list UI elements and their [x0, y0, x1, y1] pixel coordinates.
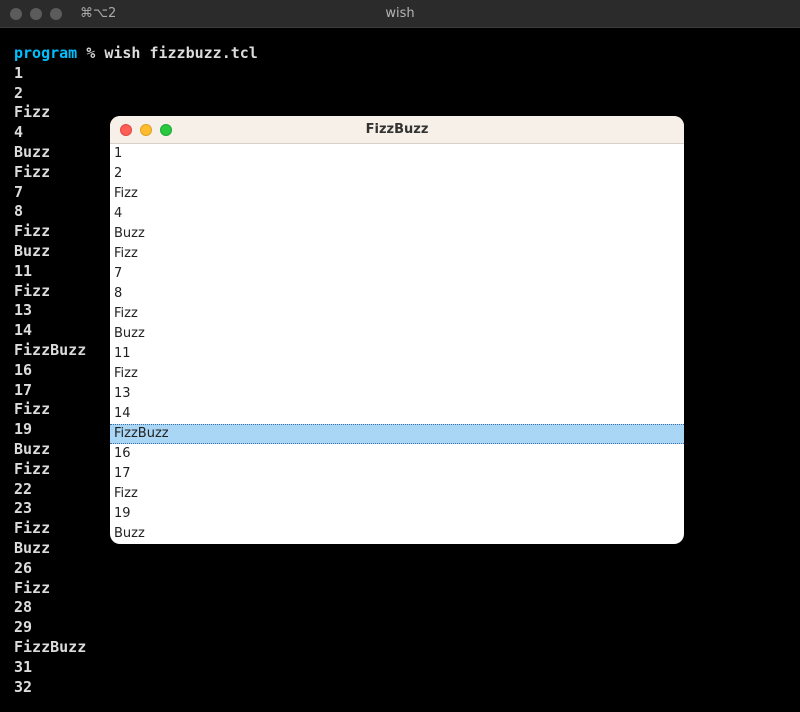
terminal-title: wish — [385, 6, 414, 21]
list-item[interactable]: 13 — [110, 384, 684, 404]
terminal-output-line: 2 — [14, 84, 786, 104]
terminal-output-line: 26 — [14, 559, 786, 579]
list-item[interactable]: 1 — [110, 144, 684, 164]
list-item[interactable]: Buzz — [110, 324, 684, 344]
list-item[interactable]: 17 — [110, 464, 684, 484]
tab-shortcut: ⌘⌥2 — [80, 6, 116, 21]
tk-titlebar[interactable]: FizzBuzz — [110, 116, 684, 144]
prompt-label: program — [14, 44, 77, 62]
terminal-output-line: 1 — [14, 64, 786, 84]
terminal-output-line: 32 — [14, 678, 786, 698]
tk-listbox[interactable]: 12Fizz4BuzzFizz78FizzBuzz11Fizz1314FizzB… — [110, 144, 684, 544]
terminal-titlebar: ⌘⌥2 wish — [0, 0, 800, 28]
zoom-icon[interactable] — [160, 124, 172, 136]
list-item[interactable]: Buzz — [110, 524, 684, 544]
tk-window-title: FizzBuzz — [366, 122, 429, 137]
tk-traffic-lights — [120, 124, 172, 136]
list-item[interactable]: Fizz — [110, 484, 684, 504]
list-item[interactable]: Buzz — [110, 224, 684, 244]
list-item[interactable]: 16 — [110, 444, 684, 464]
terminal-command: wish fizzbuzz.tcl — [104, 44, 258, 62]
terminal-output-line: Fizz — [14, 579, 786, 599]
list-item[interactable]: Fizz — [110, 364, 684, 384]
prompt-separator: % — [77, 44, 104, 62]
list-item[interactable]: 8 — [110, 284, 684, 304]
terminal-output-line: 31 — [14, 658, 786, 678]
terminal-output-line: 28 — [14, 598, 786, 618]
close-icon[interactable] — [10, 8, 22, 20]
list-item[interactable]: 19 — [110, 504, 684, 524]
list-item[interactable]: 2 — [110, 164, 684, 184]
list-item[interactable]: 4 — [110, 204, 684, 224]
terminal-output-line: 29 — [14, 618, 786, 638]
list-item[interactable]: 11 — [110, 344, 684, 364]
zoom-icon[interactable] — [50, 8, 62, 20]
list-item[interactable]: Fizz — [110, 244, 684, 264]
list-item[interactable]: FizzBuzz — [110, 424, 684, 444]
terminal-output-line: FizzBuzz — [14, 638, 786, 658]
list-item[interactable]: 14 — [110, 404, 684, 424]
minimize-icon[interactable] — [30, 8, 42, 20]
list-item[interactable]: Fizz — [110, 184, 684, 204]
list-item[interactable]: 7 — [110, 264, 684, 284]
terminal-traffic-lights — [10, 8, 62, 20]
close-icon[interactable] — [120, 124, 132, 136]
minimize-icon[interactable] — [140, 124, 152, 136]
prompt-line: program % wish fizzbuzz.tcl — [14, 44, 786, 64]
tk-window[interactable]: FizzBuzz 12Fizz4BuzzFizz78FizzBuzz11Fizz… — [110, 116, 684, 544]
list-item[interactable]: Fizz — [110, 304, 684, 324]
